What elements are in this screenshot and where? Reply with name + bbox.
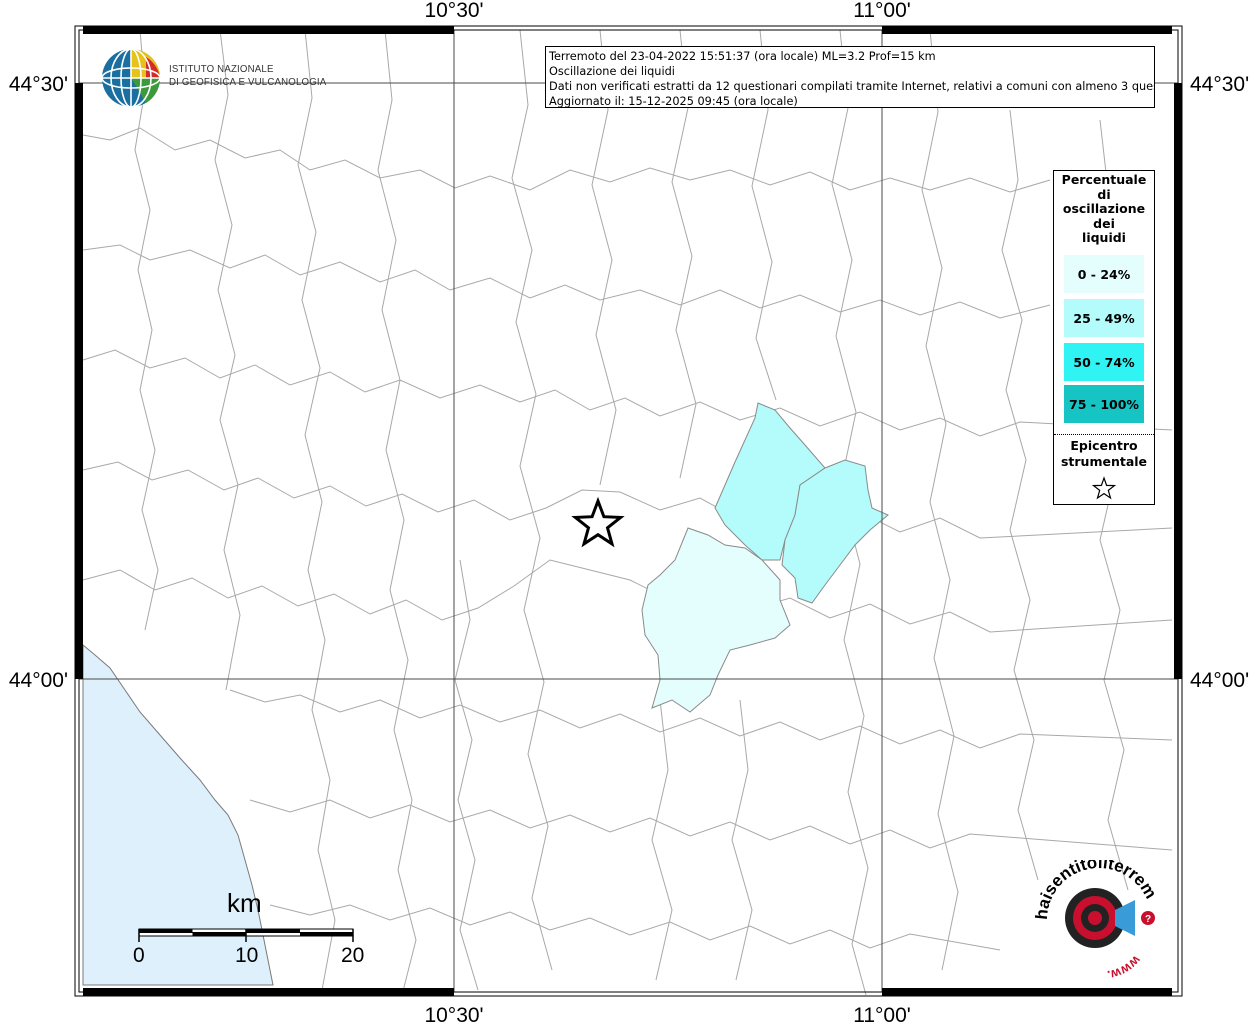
event-info-box: Terremoto del 23-04-2022 15:51:37 (ora l… — [545, 46, 1155, 108]
scale-tick-10: 10 — [235, 944, 259, 967]
svg-text:?: ? — [1145, 914, 1151, 925]
right-label-1: 44°30' — [1190, 73, 1249, 96]
top-label-1: 10°30' — [424, 0, 483, 22]
legend-item-50-74: 50 - 74% — [1064, 343, 1144, 381]
scale-unit: km — [227, 888, 262, 918]
legend-item-75-100: 75 - 100% — [1064, 385, 1144, 423]
watermark-www: www. — [1106, 952, 1144, 980]
bottom-label-1: 10°30' — [424, 1004, 483, 1024]
scale-tick-0: 0 — [133, 944, 145, 967]
legend: Percentuale di oscillazione dei liquidi … — [1053, 170, 1155, 505]
legend-star-icon — [1091, 476, 1117, 500]
top-label-2: 11°00' — [853, 0, 911, 22]
map-subject: Oscillazione dei liquidi — [549, 65, 675, 78]
scale-bar: km 0 10 20 — [128, 888, 368, 973]
ingv-name-line2: DI GEOFISICA E VULCANOLOGIA — [169, 76, 327, 88]
left-label-1: 44°30' — [9, 73, 68, 96]
bottom-label-2: 11°00' — [853, 1004, 911, 1024]
svg-text:www.: www. — [1106, 952, 1144, 980]
left-label-2: 44°00' — [9, 669, 68, 692]
legend-title: Percentuale di oscillazione dei liquidi — [1061, 172, 1147, 245]
data-note: Dati non verificati estratti da 12 quest… — [549, 80, 1155, 93]
legend-item-25-49: 25 - 49% — [1064, 299, 1144, 337]
ingv-name: ISTITUTO NAZIONALE DI GEOFISICA E VULCAN… — [169, 63, 326, 89]
legend-item-0-24: 0 - 24% — [1064, 255, 1144, 293]
legend-epicenter-label: Epicentro strumentale — [1060, 438, 1148, 469]
update-time: Aggiornato il: 15-12-2025 09:45 (ora loc… — [549, 95, 798, 108]
right-label-2: 44°00' — [1190, 669, 1249, 692]
scale-tick-20: 20 — [341, 944, 365, 967]
legend-separator — [1054, 434, 1154, 435]
haisentito-logo: haisentitoilterremoto.it ? www. — [1035, 860, 1160, 980]
ingv-name-line1: ISTITUTO NAZIONALE — [169, 63, 274, 75]
scale-bar-graphic — [138, 928, 354, 942]
event-title: Terremoto del 23-04-2022 15:51:37 (ora l… — [549, 50, 936, 63]
ingv-globe-icon — [101, 48, 161, 108]
